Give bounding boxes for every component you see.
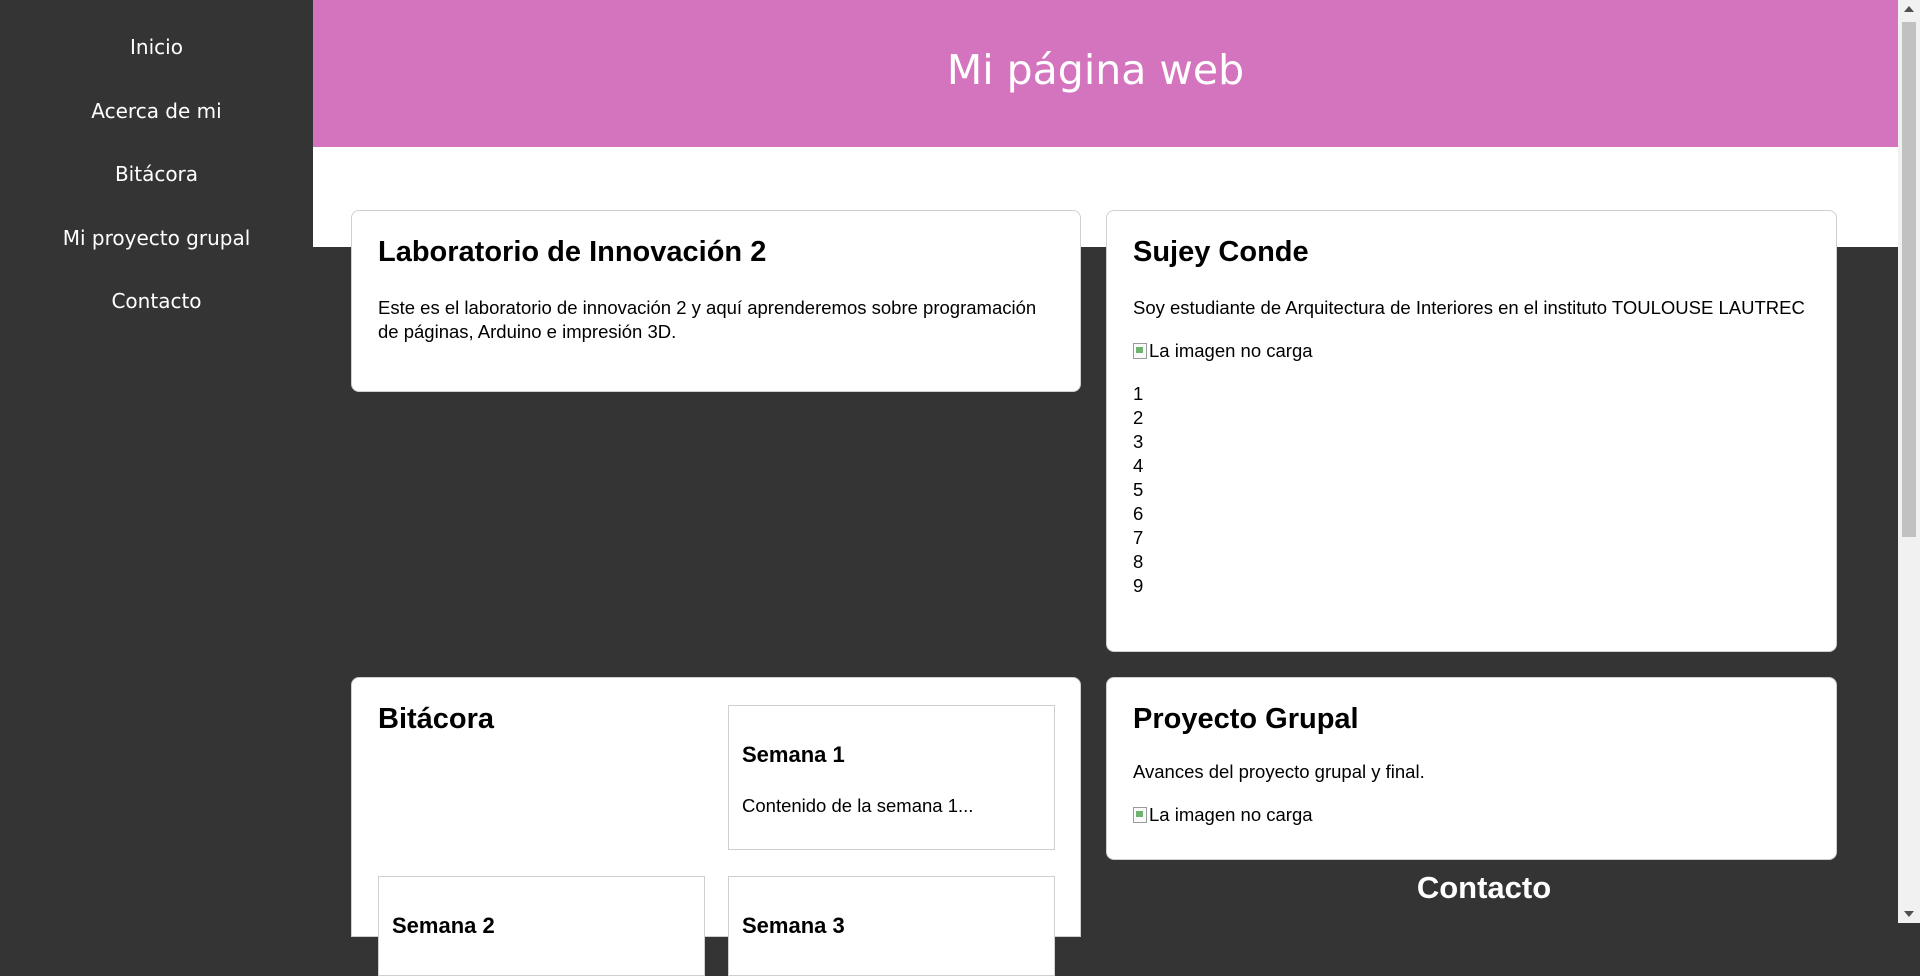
- nav-item-contacto[interactable]: Contacto: [0, 270, 313, 334]
- page-header: Mi página web: [313, 0, 1898, 147]
- list-item: 2: [1133, 407, 1144, 428]
- lab-card-title: Laboratorio de Innovación 2: [378, 236, 767, 268]
- lab-card-text: Este es el laboratorio de innovación 2 y…: [378, 297, 1037, 342]
- profile-card: Sujey Conde Soy estudiante de Arquitectu…: [1106, 210, 1837, 652]
- list-item: 3: [1133, 431, 1144, 452]
- number-list: 1 2 3 4 5 6 7 8 9: [1133, 382, 1810, 598]
- sidebar-nav: Inicio Acerca de mi Bitácora Mi proyecto…: [0, 0, 313, 923]
- scroll-down-icon[interactable]: [1904, 911, 1914, 917]
- profile-image: La imagen no carga: [1133, 340, 1810, 362]
- broken-image-icon: [1133, 807, 1147, 823]
- week-1-box: Semana 1 Contenido de la semana 1...: [728, 705, 1055, 850]
- week-2-title: Semana 2: [392, 913, 495, 938]
- scroll-thumb[interactable]: [1902, 22, 1916, 537]
- nav-item-bitacora[interactable]: Bitácora: [0, 143, 313, 207]
- scroll-up-icon[interactable]: [1904, 6, 1914, 12]
- project-image-alt: La imagen no carga: [1149, 804, 1313, 825]
- contact-heading: Contacto: [1416, 870, 1552, 905]
- list-item: 5: [1133, 479, 1144, 500]
- broken-image-icon: [1133, 343, 1147, 359]
- profile-image-alt: La imagen no carga: [1149, 340, 1313, 361]
- project-image: La imagen no carga: [1133, 804, 1810, 826]
- profile-card-title: Sujey Conde: [1133, 236, 1309, 268]
- week-3-title: Semana 3: [742, 913, 845, 938]
- nav-item-proyecto[interactable]: Mi proyecto grupal: [0, 207, 313, 271]
- project-card: Proyecto Grupal Avances del proyecto gru…: [1106, 677, 1837, 860]
- list-item: 9: [1133, 575, 1144, 596]
- page-title: Mi página web: [946, 46, 1245, 94]
- nav-item-inicio[interactable]: Inicio: [0, 16, 313, 80]
- list-item: 7: [1133, 527, 1144, 548]
- nav-item-acerca[interactable]: Acerca de mi: [0, 80, 313, 144]
- list-item: 1: [1133, 383, 1144, 404]
- list-item: 4: [1133, 455, 1144, 476]
- project-card-title: Proyecto Grupal: [1133, 703, 1359, 735]
- week-3-box: Semana 3: [728, 876, 1055, 976]
- lab-card: Laboratorio de Innovación 2 Este es el l…: [351, 210, 1081, 392]
- bitacora-card: Bitácora Semana 1 Contenido de la semana…: [351, 677, 1081, 976]
- week-1-content: Contenido de la semana 1...: [742, 795, 974, 816]
- week-1-title: Semana 1: [742, 742, 845, 767]
- vertical-scrollbar[interactable]: [1898, 0, 1920, 923]
- week-2-box: Semana 2: [378, 876, 705, 976]
- list-item: 6: [1133, 503, 1144, 524]
- profile-card-text: Soy estudiante de Arquitectura de Interi…: [1133, 297, 1805, 318]
- list-item: 8: [1133, 551, 1144, 572]
- project-card-text: Avances del proyecto grupal y final.: [1133, 761, 1425, 782]
